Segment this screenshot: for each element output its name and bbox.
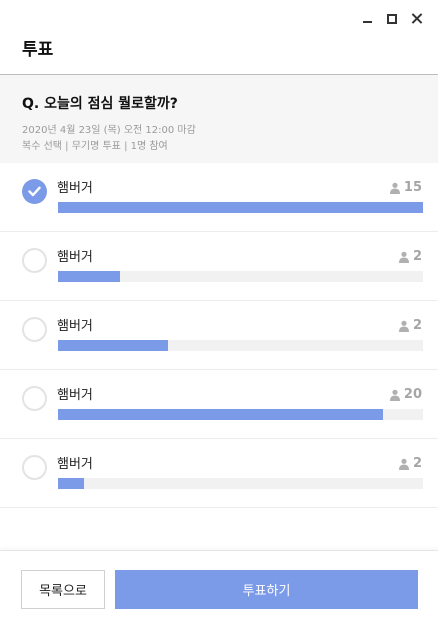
vote-bar <box>58 409 423 420</box>
vote-count: 20 <box>389 387 422 402</box>
person-icon <box>398 320 409 332</box>
vote-button[interactable]: 투표하기 <box>115 570 418 609</box>
poll-option[interactable]: 햄버거 15 <box>0 163 438 232</box>
vote-bar-fill <box>58 409 383 420</box>
person-icon <box>389 182 400 194</box>
person-icon <box>389 389 400 401</box>
option-label: 햄버거 <box>57 388 93 403</box>
poll-options: 햄버거 15 햄버거 2 햄버거 2 햄버거 20 햄버거 2 <box>0 163 438 508</box>
vote-bar <box>58 271 423 282</box>
poll-option[interactable]: 햄버거 2 <box>0 301 438 370</box>
vote-count-value: 2 <box>412 456 422 471</box>
vote-count-value: 20 <box>403 387 422 402</box>
vote-bar <box>58 478 423 489</box>
radio-button[interactable] <box>22 248 47 273</box>
vote-bar-fill <box>58 478 84 489</box>
vote-bar-fill <box>58 271 121 282</box>
vote-count: 2 <box>398 456 422 471</box>
poll-option[interactable]: 햄버거 2 <box>0 439 438 508</box>
radio-button[interactable] <box>22 455 47 480</box>
poll-option[interactable]: 햄버거 20 <box>0 370 438 439</box>
question-title: Q. 오늘의 점심 뭘로할까? <box>22 96 178 112</box>
vote-count: 15 <box>389 180 422 195</box>
option-label: 햄버거 <box>57 181 93 196</box>
option-label: 햄버거 <box>57 250 93 265</box>
radio-button-checked[interactable] <box>22 179 47 204</box>
vote-bar-fill <box>58 202 423 213</box>
checkmark-icon <box>28 186 41 197</box>
person-icon <box>398 251 409 263</box>
back-to-list-button[interactable]: 목록으로 <box>21 570 105 609</box>
page-title: 투표 <box>22 40 54 60</box>
vote-count-value: 15 <box>403 180 422 195</box>
radio-button[interactable] <box>22 317 47 342</box>
header: 투표 <box>0 0 438 75</box>
vote-count-value: 2 <box>412 249 422 264</box>
vote-bar-fill <box>58 340 168 351</box>
vote-count: 2 <box>398 318 422 333</box>
footer: 목록으로 투표하기 <box>0 550 438 630</box>
radio-button[interactable] <box>22 386 47 411</box>
question-deadline: 2020년 4월 23일 (목) 오전 12:00 마감 <box>22 125 196 136</box>
vote-bar <box>58 340 423 351</box>
option-label: 햄버거 <box>57 319 93 334</box>
question-meta: 2020년 4월 23일 (목) 오전 12:00 마감 복수 선택 | 무기명… <box>22 123 416 155</box>
option-label: 햄버거 <box>57 457 93 472</box>
vote-count-value: 2 <box>412 318 422 333</box>
vote-count: 2 <box>398 249 422 264</box>
question-box: Q. 오늘의 점심 뭘로할까? 2020년 4월 23일 (목) 오전 12:0… <box>0 75 438 163</box>
vote-bar <box>58 202 423 213</box>
person-icon <box>398 458 409 470</box>
question-settings: 복수 선택 | 무기명 투표 | 1명 참여 <box>22 141 168 152</box>
poll-option[interactable]: 햄버거 2 <box>0 232 438 301</box>
